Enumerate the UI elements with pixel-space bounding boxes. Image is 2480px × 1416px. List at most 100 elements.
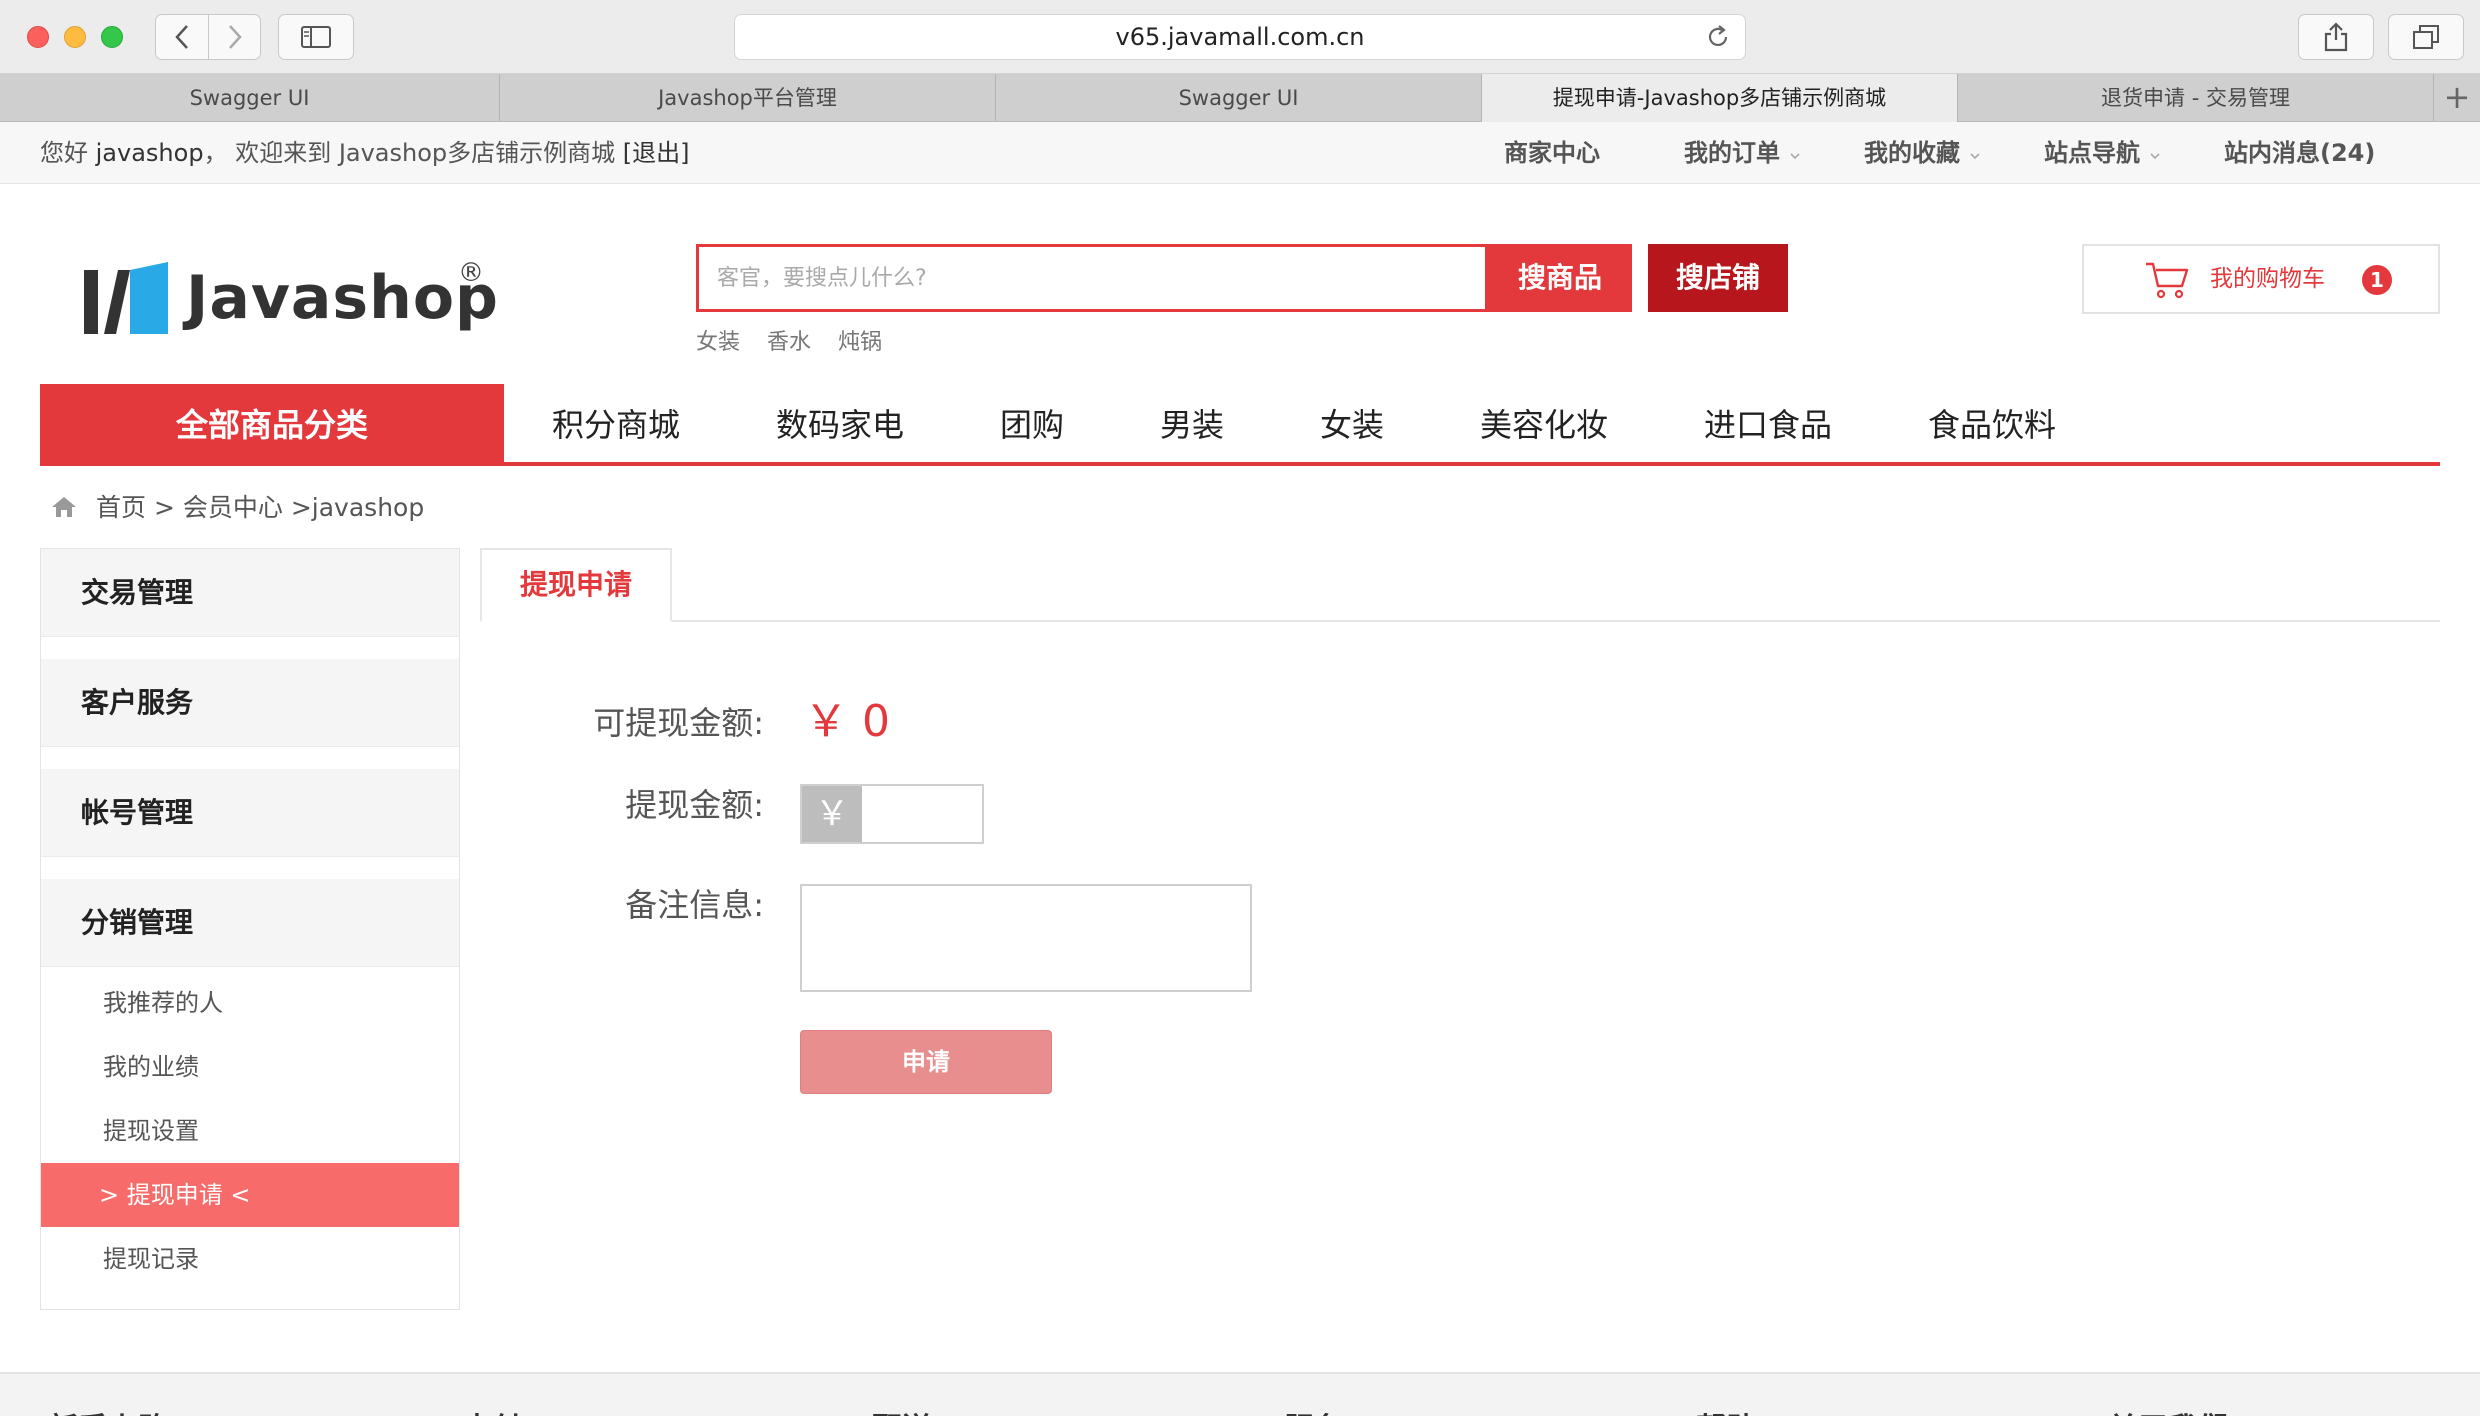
chevron-down-icon bbox=[2150, 153, 2160, 160]
nav-item-menswear[interactable]: 男装 bbox=[1160, 384, 1224, 466]
sidebar-icon bbox=[301, 26, 331, 48]
greeting: 您好 bbox=[40, 139, 88, 167]
sidebar-item-withdraw-settings[interactable]: 提现设置 bbox=[41, 1099, 459, 1163]
cart-label: 我的购物车 bbox=[2210, 266, 2325, 292]
search-shop-button[interactable]: 搜店铺 bbox=[1648, 244, 1788, 312]
show-all-tabs-button[interactable] bbox=[2388, 14, 2464, 60]
browser-tabbar: Swagger UI Javashop平台管理 Swagger UI 提现申请-… bbox=[0, 74, 2480, 122]
hot-keyword[interactable]: 女装 bbox=[696, 330, 740, 355]
my-favorites-menu[interactable]: 我的收藏 bbox=[1864, 122, 1980, 184]
nav-item-imported-food[interactable]: 进口食品 bbox=[1704, 384, 1832, 466]
registered-mark: ® bbox=[458, 258, 484, 288]
seller-center-link[interactable]: 商家中心 bbox=[1504, 122, 1600, 184]
shopping-cart-icon bbox=[2146, 262, 2189, 299]
my-orders-label: 我的订单 bbox=[1684, 139, 1780, 167]
nav-item-beauty[interactable]: 美容化妆 bbox=[1480, 384, 1608, 466]
my-favorites-label: 我的收藏 bbox=[1864, 139, 1960, 167]
my-orders-menu[interactable]: 我的订单 bbox=[1684, 122, 1800, 184]
messages-link[interactable]: 站内消息(24) bbox=[2224, 122, 2375, 184]
zoom-window-button[interactable] bbox=[101, 26, 123, 48]
withdraw-amount-input[interactable] bbox=[864, 786, 982, 842]
available-amount-value: ￥ 0 bbox=[804, 696, 890, 747]
cart-count-badge: 1 bbox=[2362, 265, 2392, 295]
browser-tab-5[interactable]: 退货申请 - 交易管理 bbox=[1958, 74, 2434, 122]
hot-keywords: 女装 香水 炖锅 bbox=[696, 324, 902, 356]
breadcrumb-user: >javashop bbox=[290, 493, 425, 522]
footer-col-about: 关于我们 bbox=[2108, 1404, 2228, 1416]
logout-link[interactable]: [退出] bbox=[623, 139, 690, 167]
footer-col-delivery: 配送 bbox=[872, 1404, 932, 1416]
footer-col-help: 帮助 bbox=[1696, 1404, 1756, 1416]
sidebar-item-my-performance[interactable]: 我的业绩 bbox=[41, 1035, 459, 1099]
available-amount-label: 可提现金额: bbox=[593, 704, 764, 742]
tab-withdraw-apply[interactable]: 提现申请 bbox=[480, 548, 672, 622]
withdraw-amount-label: 提现金额: bbox=[625, 786, 764, 824]
remark-textarea[interactable] bbox=[800, 884, 1252, 992]
breadcrumb: 首页 > 会员中心 >javashop bbox=[50, 490, 424, 526]
breadcrumb-member-center[interactable]: 会员中心 bbox=[183, 493, 283, 522]
hot-keyword[interactable]: 香水 bbox=[767, 330, 811, 355]
breadcrumb-sep: > bbox=[153, 493, 175, 522]
sidebar-group-service[interactable]: 客户服务 bbox=[41, 659, 459, 747]
remark-label: 备注信息: bbox=[625, 886, 764, 924]
messages-label: 站内消息(24) bbox=[2224, 139, 2376, 167]
withdraw-amount-field: ￥ bbox=[800, 784, 984, 844]
close-window-button[interactable] bbox=[27, 26, 49, 48]
all-categories-button[interactable]: 全部商品分类 bbox=[40, 384, 504, 466]
sidebar-group-distribution[interactable]: 分销管理 bbox=[41, 879, 459, 967]
sidebar-group-trade[interactable]: 交易管理 bbox=[41, 549, 459, 637]
category-nav: 全部商品分类 积分商城 数码家电 团购 男装 女装 美容化妆 进口食品 食品饮料 bbox=[40, 384, 2440, 466]
breadcrumb-home[interactable]: 首页 bbox=[96, 493, 146, 522]
javashop-logo-icon bbox=[84, 262, 168, 334]
home-icon bbox=[52, 497, 76, 517]
welcome-text: 您好 javashop， 欢迎来到 Javashop多店铺示例商城 [退出] bbox=[40, 122, 690, 184]
welcome-message: ， 欢迎来到 Javashop多店铺示例商城 bbox=[203, 139, 616, 167]
sidebar-item-withdraw-records[interactable]: 提现记录 bbox=[41, 1227, 459, 1291]
browser-tab-3[interactable]: Swagger UI bbox=[996, 74, 1482, 122]
search-input[interactable] bbox=[715, 247, 1455, 309]
logo-text: Javashop bbox=[186, 263, 500, 333]
hot-keyword[interactable]: 炖锅 bbox=[838, 330, 882, 355]
currency-symbol: ￥ bbox=[802, 786, 862, 842]
sidebar-item-withdraw-apply[interactable]: > 提现申请 < bbox=[41, 1163, 459, 1227]
seller-center-label: 商家中心 bbox=[1504, 139, 1600, 167]
search-box bbox=[696, 244, 1488, 312]
new-tab-button[interactable]: + bbox=[2434, 74, 2480, 122]
chevron-down-icon bbox=[1790, 153, 1800, 160]
sidebar-group-account[interactable]: 帐号管理 bbox=[41, 769, 459, 857]
history-nav bbox=[155, 14, 261, 60]
address-bar[interactable]: v65.javamall.com.cn bbox=[734, 14, 1746, 60]
username-link[interactable]: javashop bbox=[96, 139, 204, 167]
minimize-window-button[interactable] bbox=[64, 26, 86, 48]
footer-col-newbie: 新手上路 bbox=[48, 1404, 168, 1416]
share-button[interactable] bbox=[2298, 14, 2374, 60]
site-logo[interactable]: Javashop ® bbox=[84, 258, 504, 338]
sidebar-item-my-referrals[interactable]: 我推荐的人 bbox=[41, 971, 459, 1035]
browser-tab-4-active[interactable]: 提现申请-Javashop多店铺示例商城 bbox=[1482, 74, 1958, 122]
forward-button[interactable] bbox=[209, 15, 261, 59]
apply-button[interactable]: 申请 bbox=[800, 1030, 1052, 1094]
chevron-down-icon bbox=[1970, 153, 1980, 160]
site-topbar: 您好 javashop， 欢迎来到 Javashop多店铺示例商城 [退出] 商… bbox=[0, 122, 2480, 184]
reload-icon[interactable] bbox=[1705, 24, 1731, 50]
member-sidebar: 交易管理 客户服务 帐号管理 分销管理 我推荐的人 我的业绩 提现设置 > 提现… bbox=[40, 548, 460, 1310]
browser-tab-2[interactable]: Javashop平台管理 bbox=[500, 74, 996, 122]
footer-strip: 新手上路 支付 配送 服务 帮助 关于我们 bbox=[0, 1372, 2480, 1416]
share-icon bbox=[2324, 22, 2348, 52]
site-nav-menu[interactable]: 站点导航 bbox=[2044, 122, 2160, 184]
sidebar-toggle-button[interactable] bbox=[278, 14, 354, 60]
nav-item-groupbuy[interactable]: 团购 bbox=[1000, 384, 1064, 466]
content-tab-underline bbox=[480, 620, 2440, 622]
nav-item-digital[interactable]: 数码家电 bbox=[776, 384, 904, 466]
chevron-left-icon bbox=[175, 25, 188, 49]
browser-tab-1[interactable]: Swagger UI bbox=[0, 74, 500, 122]
footer-col-payment: 支付 bbox=[462, 1404, 522, 1416]
nav-item-womenswear[interactable]: 女装 bbox=[1320, 384, 1384, 466]
footer-col-service: 服务 bbox=[1284, 1404, 1344, 1416]
nav-item-food-drinks[interactable]: 食品饮料 bbox=[1928, 384, 2056, 466]
back-button[interactable] bbox=[156, 15, 208, 59]
search-goods-button[interactable]: 搜商品 bbox=[1488, 244, 1632, 312]
nav-item-points-mall[interactable]: 积分商城 bbox=[552, 384, 680, 466]
cart-button[interactable]: 我的购物车 1 bbox=[2082, 244, 2440, 314]
site-nav-label: 站点导航 bbox=[2044, 139, 2140, 167]
